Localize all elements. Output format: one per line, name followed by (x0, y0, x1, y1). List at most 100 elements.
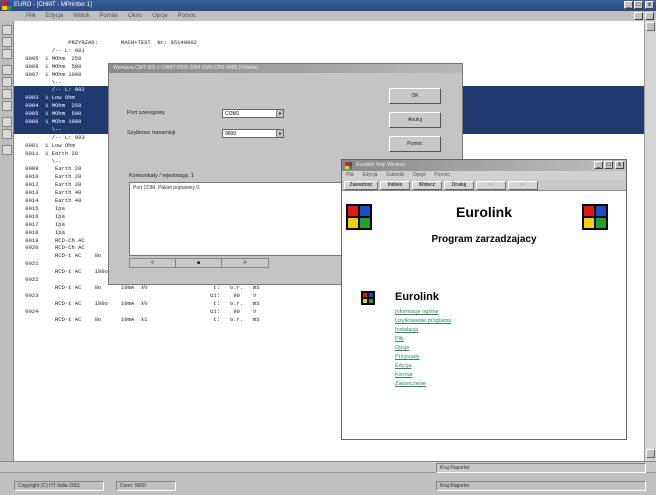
status-connection: Conn: 9600 (116, 481, 176, 491)
document-line[interactable]: 0011 1 Earth 20 (22, 150, 78, 158)
eurolink-menu-edit[interactable]: Edycja (362, 172, 377, 178)
document-line[interactable]: 0012 Earth 20 (22, 181, 81, 189)
new-icon[interactable] (2, 25, 12, 35)
document-line[interactable]: 0005 1 MOhm 250 (22, 55, 81, 63)
help-icon[interactable] (2, 145, 12, 155)
document-line[interactable]: \-- (22, 158, 62, 166)
menu-edit[interactable]: Edycja (45, 13, 63, 19)
menu-measure[interactable]: Pomiar (99, 13, 118, 19)
download-icon[interactable] (2, 117, 12, 127)
next-button[interactable]: > (222, 259, 268, 267)
app-icon (2, 1, 11, 10)
document-line[interactable]: 0024 U1: 90 V (22, 308, 256, 316)
document-line[interactable]: 0003 1 Low Ohm (22, 94, 75, 102)
copy-icon[interactable] (2, 89, 12, 99)
document-line[interactable]: RCD-t AC 0o 10mA x1 t: o.r. mS (22, 316, 260, 324)
help-link[interactable]: Przyrzady (395, 354, 419, 360)
open-icon[interactable] (2, 37, 12, 47)
document-line[interactable]: \-- (22, 126, 62, 134)
status-bar: Copyright (C) HT Italia 2001 Conn: 9600 … (0, 463, 656, 495)
help-book-icon (345, 162, 352, 169)
menu-file[interactable]: Plik (26, 13, 36, 19)
document-line[interactable]: RCD-t AC 180o 10mA x½ t: o.r. mS (22, 300, 260, 308)
print-button[interactable]: Drukuj (444, 181, 474, 190)
contents-button[interactable]: Zawartosc (344, 181, 378, 190)
document-line[interactable]: 0013 Earth 40 (22, 189, 81, 197)
eurolink-title-bar: Eurolink Help Window (342, 160, 626, 171)
chevron-down-icon[interactable]: ▼ (276, 130, 283, 137)
stop-button[interactable]: ■ (176, 259, 222, 267)
document-line[interactable]: /-- L: 003 (22, 134, 85, 142)
cancel-button[interactable]: Anuluj (389, 112, 441, 128)
dialog-title: Wymiana CMT 001 z CHMT 0055-2004 DVD-CPR… (109, 64, 462, 73)
eurolink-menu-help[interactable]: Pomoc (434, 172, 450, 178)
back-button[interactable]: Wstecz (412, 181, 442, 190)
status-mode-top: Kraj Raporter (436, 463, 646, 473)
eurolink-close-button[interactable]: x (615, 161, 624, 169)
help-link[interactable]: Opcje (395, 345, 409, 351)
help-link[interactable]: Informacje ogolne (395, 309, 439, 315)
eurolink-menu-file[interactable]: Plik (346, 172, 354, 178)
document-line[interactable]: 0006 1 MOhm 1000 (22, 118, 81, 126)
eurolink-maximize-button[interactable]: □ (604, 161, 613, 169)
browse-back-button[interactable]: << (476, 181, 506, 190)
scroll-up-icon[interactable] (646, 22, 655, 31)
menu-view[interactable]: Widok (73, 13, 90, 19)
menu-help[interactable]: Pomoc (177, 13, 196, 19)
close-button[interactable]: x (645, 1, 654, 9)
doc-close-button[interactable] (645, 12, 654, 20)
port-select[interactable]: COM1 ▼ (222, 109, 284, 118)
document-line[interactable]: 0001 1 Low Ohm (22, 142, 75, 150)
document-line[interactable]: 0006 1 MOhm 500 (22, 63, 81, 71)
cut-icon[interactable] (2, 77, 12, 87)
document-line[interactable]: /-- L: 002 (22, 86, 85, 94)
vertical-scrollbar[interactable] (644, 21, 656, 461)
help-link[interactable]: Zakonczenie (395, 381, 426, 387)
eurolink-menu-options[interactable]: Opcje (413, 172, 426, 178)
menu-options[interactable]: Opcje (152, 13, 168, 19)
document-line[interactable]: 0004 1 MOhm 250 (22, 102, 81, 110)
save-icon[interactable] (2, 49, 12, 59)
scroll-down-icon[interactable] (646, 449, 655, 458)
print-icon[interactable] (2, 65, 12, 75)
dialog-navigation: < ■ > (129, 258, 269, 268)
index-button[interactable]: Indeks (380, 181, 410, 190)
help-button[interactable]: Pomoc (389, 136, 441, 152)
eurolink-toolbar: Zawartosc Indeks Wstecz Drukuj << >> (342, 180, 626, 191)
document-line[interactable]: RCD-t AC 0o 10mA x½ t: o.r. mS (22, 284, 260, 292)
prev-button[interactable]: < (130, 259, 176, 267)
upload-icon[interactable] (2, 129, 12, 139)
document-line[interactable]: 0007 1 MOhm 1000 (22, 71, 81, 79)
left-toolbar (0, 21, 14, 461)
document-line[interactable]: 0005 1 MOhm 500 (22, 110, 81, 118)
messages-text: Port COM. Pakiet poprawny 0. (133, 185, 201, 191)
speed-select[interactable]: 9600 ▼ (222, 129, 284, 138)
document-line[interactable]: PRZYRZAD: MACH+TEST Nr: 95140002 (22, 39, 197, 47)
help-link[interactable]: Uzytkowanie programu (395, 318, 451, 324)
help-link[interactable]: Plik (395, 336, 404, 342)
help-link[interactable]: Format (395, 372, 412, 378)
help-link[interactable]: Edycja (395, 363, 412, 369)
paste-icon[interactable] (2, 101, 12, 111)
messages-box[interactable]: Port COM. Pakiet poprawny 0. (129, 182, 344, 256)
document-line[interactable]: 0023 U1: 90 V (22, 292, 256, 300)
maximize-button[interactable]: □ (634, 1, 643, 9)
browse-forward-button[interactable]: >> (508, 181, 538, 190)
section-logo-icon (361, 291, 375, 305)
document-line[interactable]: \-- (22, 79, 62, 87)
eurolink-menu-bookmarks[interactable]: Zakladki (386, 172, 405, 178)
doc-restore-button[interactable] (634, 12, 643, 20)
document-line[interactable]: 0010 Earth 20 (22, 173, 81, 181)
eurolink-menu-bar: Plik Edycja Zakladki Opcje Pomoc (342, 171, 626, 180)
document-line[interactable]: /-- L: 001 (22, 47, 85, 55)
app-title: EURO - [CHMT - MPrintter 1] (14, 2, 92, 8)
help-section-title: Eurolink (395, 291, 440, 303)
minimize-button[interactable]: _ (624, 1, 633, 9)
chevron-down-icon[interactable]: ▼ (276, 110, 283, 117)
menu-window[interactable]: Okno (128, 13, 142, 19)
document-line[interactable]: 0009 Earth 20 (22, 165, 81, 173)
port-value: COM1 (225, 111, 240, 117)
help-link[interactable]: Instalacja (395, 327, 418, 333)
eurolink-minimize-button[interactable]: _ (594, 161, 603, 169)
ok-button[interactable]: OK (389, 88, 441, 104)
